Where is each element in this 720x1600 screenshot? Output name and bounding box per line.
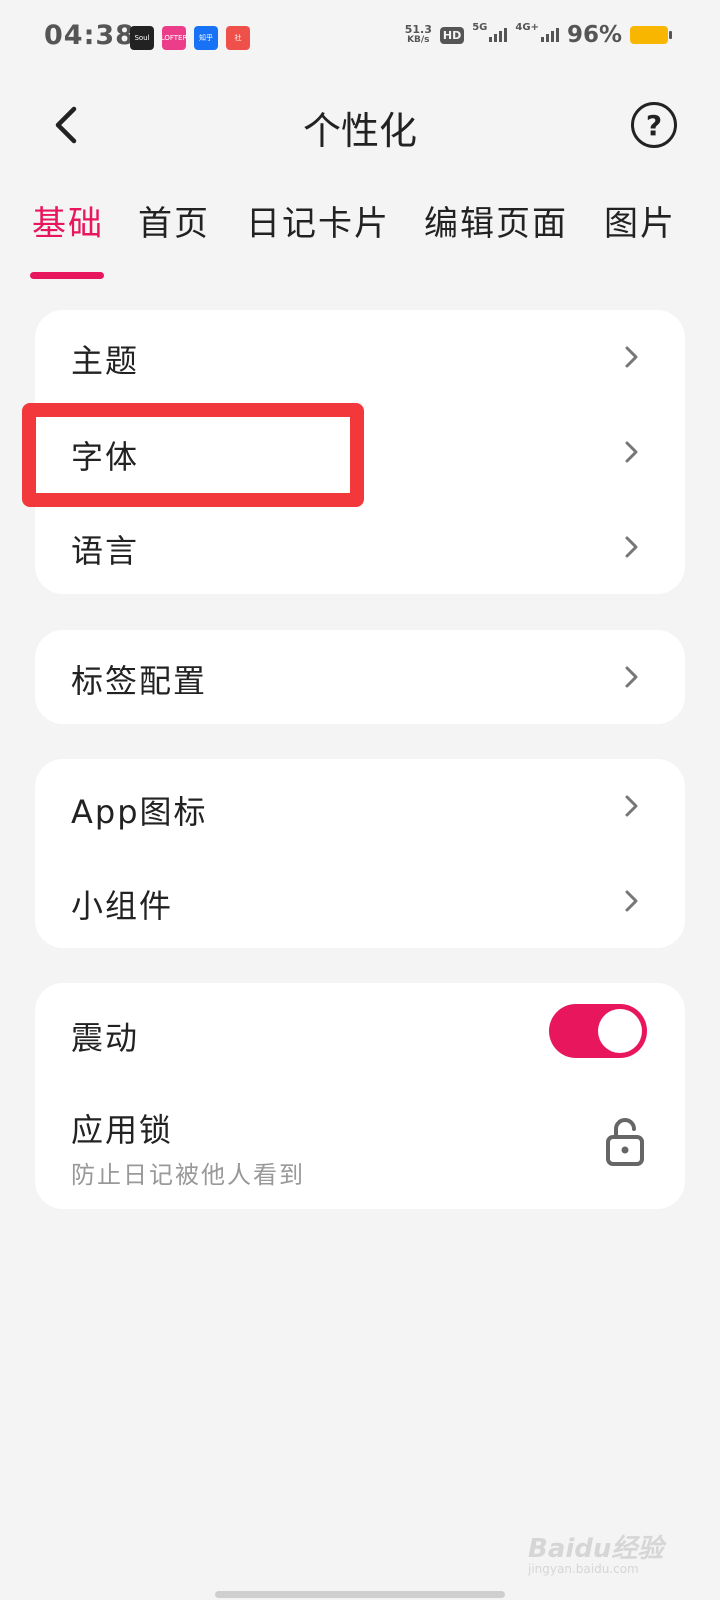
tab-images[interactable]: 图片 — [604, 196, 676, 245]
vibration-row: 震动 — [35, 983, 685, 1079]
app-icon-label: App图标 — [71, 793, 208, 831]
theme-label: 主题 — [71, 342, 140, 380]
help-button[interactable]: ? — [631, 102, 677, 148]
battery-icon — [630, 26, 672, 44]
page-title: 个性化 — [302, 109, 417, 153]
signal-icon — [489, 28, 508, 42]
network-speed-unit: KB/s — [407, 35, 430, 45]
vibration-toggle[interactable] — [549, 1004, 647, 1058]
widget-row[interactable]: 小组件 — [35, 853, 685, 948]
language-row[interactable]: 语言 — [35, 500, 685, 594]
tag-config-row[interactable]: 标签配置 — [35, 630, 685, 724]
watermark-subtext: jingyan.baidu.com — [528, 1562, 639, 1576]
vibration-label: 震动 — [71, 1019, 140, 1057]
lofter-app-icon: LOFTER — [162, 26, 186, 50]
settings-card-tags: 标签配置 — [35, 630, 685, 724]
help-icon: ? — [645, 108, 663, 142]
personalization-screen: 04:38 Soul LOFTER 知乎 社 51.3 KB/s HD 5G 4… — [0, 0, 720, 1600]
widget-label: 小组件 — [71, 887, 174, 925]
theme-row[interactable]: 主题 — [35, 310, 685, 404]
unlock-icon — [606, 1118, 644, 1166]
tab-diary-card[interactable]: 日记卡片 — [246, 196, 390, 245]
header: 个性化 ? — [0, 86, 720, 166]
hd-badge: HD — [439, 26, 465, 44]
soul-app-icon: Soul — [130, 26, 154, 50]
app-lock-row[interactable]: 应用锁 防止日记被他人看到 — [35, 1079, 685, 1209]
signal-icon-2 — [540, 28, 559, 42]
chevron-right-icon — [625, 441, 638, 463]
status-indicators: 51.3 KB/s HD 5G 4G+ 96% — [405, 21, 672, 48]
status-bar: 04:38 Soul LOFTER 知乎 社 51.3 KB/s HD 5G 4… — [0, 0, 720, 76]
settings-card-appearance: App图标 小组件 — [35, 759, 685, 948]
network-speed-value: 51.3 — [404, 23, 432, 36]
watermark-text: Baidu经验 — [528, 1534, 664, 1564]
highlight-annotation — [22, 403, 364, 507]
sim1-label: 5G — [472, 21, 488, 33]
language-label: 语言 — [71, 532, 140, 570]
social-app-icon: 社 — [226, 26, 250, 50]
toggle-knob — [598, 1009, 642, 1053]
tab-edit-page[interactable]: 编辑页面 — [424, 196, 568, 245]
tab-home[interactable]: 首页 — [138, 196, 210, 245]
chevron-right-icon — [625, 536, 638, 558]
zhihu-app-icon: 知乎 — [194, 26, 218, 50]
notification-icons: Soul LOFTER 知乎 社 — [130, 26, 250, 50]
baidu-watermark: Baidu经验 jingyan.baidu.com — [528, 1518, 668, 1578]
active-tab-indicator — [30, 272, 104, 279]
home-indicator[interactable] — [215, 1591, 505, 1598]
sim2-label: 4G+ — [515, 21, 539, 33]
tag-config-label: 标签配置 — [71, 662, 208, 700]
chevron-right-icon — [625, 890, 638, 912]
status-time: 04:38 — [44, 20, 135, 51]
app-lock-label: 应用锁 — [71, 1111, 174, 1149]
category-tabs: 基础 首页 日记卡片 编辑页面 图片 — [0, 196, 720, 286]
app-lock-description: 防止日记被他人看到 — [71, 1161, 305, 1189]
chevron-right-icon — [625, 795, 638, 817]
settings-card-security: 震动 应用锁 防止日记被他人看到 — [35, 983, 685, 1209]
battery-percent: 96% — [566, 22, 622, 48]
chevron-right-icon — [625, 666, 638, 688]
app-icon-row[interactable]: App图标 — [35, 759, 685, 853]
chevron-right-icon — [625, 346, 638, 368]
network-speed: 51.3 KB/s — [405, 24, 432, 46]
tab-basic[interactable]: 基础 — [32, 196, 104, 245]
